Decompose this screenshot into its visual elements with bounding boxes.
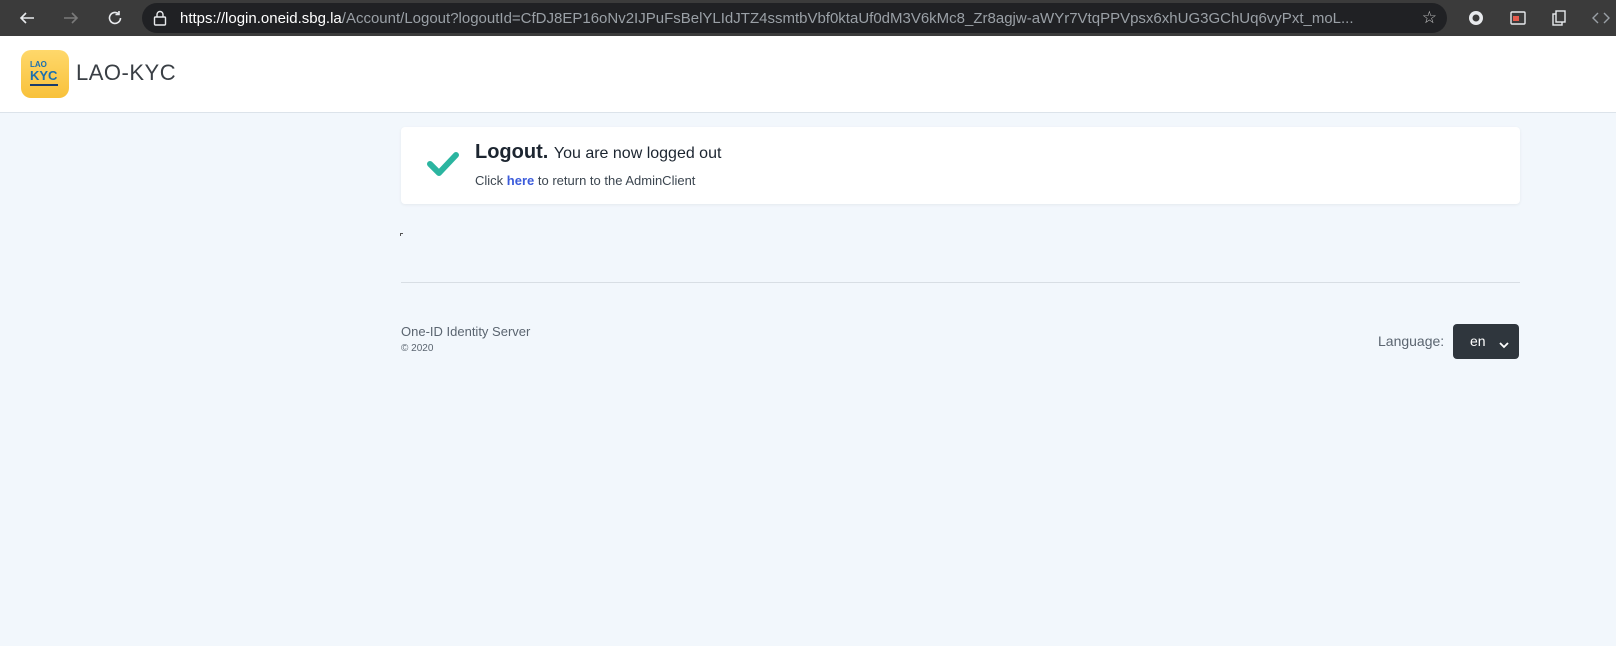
collections-icon[interactable]: [1509, 9, 1527, 27]
logo-main-text: KYC: [30, 68, 58, 83]
language-label: Language:: [1378, 333, 1445, 349]
logout-title: Logout.: [475, 141, 549, 163]
address-bar[interactable]: https://login.oneid.sbg.la/Account/Logou…: [142, 3, 1447, 33]
site-header: LAO KYC LAO-KYC: [0, 36, 1616, 113]
logo-underline: [30, 84, 58, 86]
server-name: One-ID Identity Server: [401, 324, 531, 339]
language-select[interactable]: en: [1453, 324, 1519, 359]
chevron-down-icon: [1499, 336, 1509, 352]
logout-heading: Logout. You are now logged out: [475, 141, 721, 164]
copyright: © 2020: [401, 343, 434, 354]
devtools-icon[interactable]: [1592, 9, 1610, 27]
click-prefix: Click: [475, 173, 504, 188]
forward-arrow-icon[interactable]: [59, 6, 83, 30]
back-arrow-icon[interactable]: [15, 6, 39, 30]
return-link[interactable]: here: [507, 173, 534, 188]
logout-message: You are now logged out: [553, 145, 722, 162]
lock-icon[interactable]: [153, 10, 167, 30]
url-text[interactable]: https://login.oneid.sbg.la/Account/Logou…: [180, 10, 1402, 27]
check-icon: [427, 151, 459, 181]
footer-divider: [401, 282, 1520, 283]
reload-icon[interactable]: [103, 6, 127, 30]
logout-card: Logout. You are now logged out Click her…: [401, 127, 1520, 204]
browser-toolbar: https://login.oneid.sbg.la/Account/Logou…: [0, 0, 1616, 36]
iframe-placeholder: [400, 233, 403, 236]
star-icon[interactable]: ☆: [1422, 8, 1437, 28]
url-host: https://login.oneid.sbg.la: [180, 10, 342, 27]
click-suffix: to return to the AdminClient: [537, 173, 696, 188]
return-instructions: Click here to return to the AdminClient: [475, 173, 695, 188]
extension-icon[interactable]: [1467, 9, 1485, 27]
logo[interactable]: LAO KYC: [21, 50, 69, 98]
language-value: en: [1470, 333, 1486, 349]
copy-icon[interactable]: [1550, 9, 1568, 27]
brand-name[interactable]: LAO-KYC: [76, 60, 176, 86]
url-path: /Account/Logout?logoutId=CfDJ8EP16oNv2IJ…: [341, 10, 1354, 27]
